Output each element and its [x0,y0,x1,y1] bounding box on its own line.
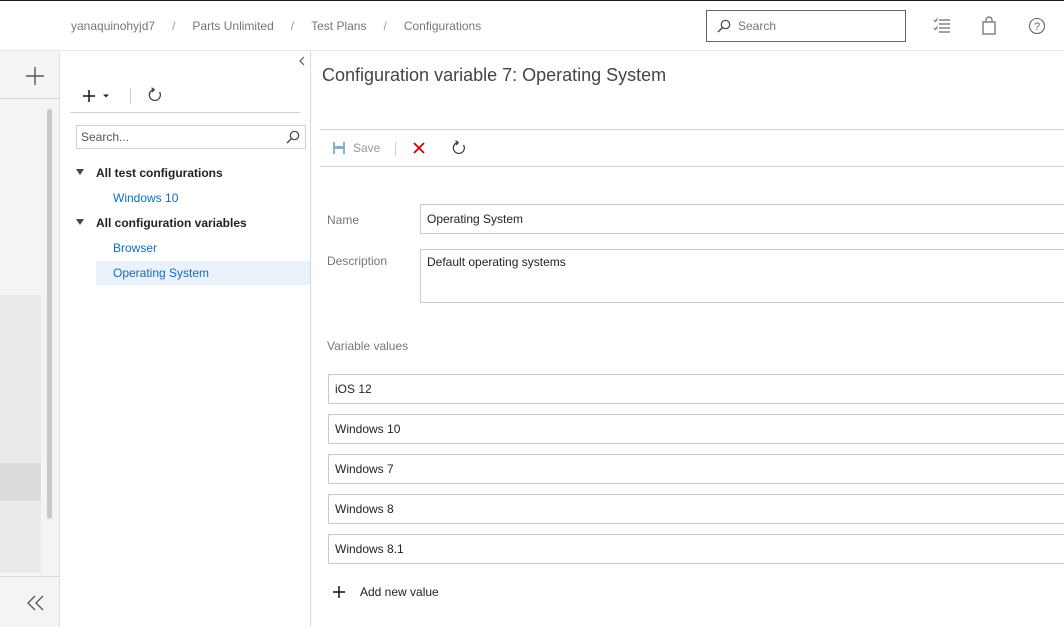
tree-search-box[interactable] [76,125,306,149]
add-new-value-button[interactable]: Add new value [332,585,439,599]
breadcrumb-test-plans[interactable]: Test Plans [311,19,366,33]
breadcrumb-project[interactable]: Parts Unlimited [192,19,273,33]
tree-item-operating-system[interactable]: Operating System [96,261,310,285]
search-icon[interactable] [286,130,300,144]
description-label: Description [327,254,388,268]
breadcrumb: yanaquinohyjd7 / Parts Unlimited / Test … [71,19,481,33]
breadcrumb-organization[interactable]: yanaquinohyjd7 [71,19,155,33]
breadcrumb-configurations[interactable]: Configurations [404,19,481,33]
refresh-icon[interactable] [451,140,467,156]
page-title: Configuration variable 7: Operating Syst… [322,65,667,85]
tree-item-windows-10[interactable]: Windows 10 [96,186,310,210]
rail-divider [0,576,59,577]
global-search-input[interactable] [738,19,888,33]
top-strip [0,0,1064,1]
top-header: yanaquinohyjd7 / Parts Unlimited / Test … [0,0,1064,51]
tree-toolbar [70,81,300,113]
new-item-button[interactable] [82,87,118,105]
save-icon [333,142,345,154]
expanded-caret-icon[interactable] [76,169,84,175]
tree-group-test-configurations[interactable]: All test configurations [76,161,310,185]
plus-icon [83,90,95,102]
chevron-left-icon[interactable] [297,55,307,67]
search-icon [717,19,731,33]
help-icon[interactable]: ? [1027,16,1047,36]
name-field[interactable] [420,204,1064,234]
global-search-box[interactable] [706,10,906,42]
toolbar-separator [130,89,131,103]
save-button[interactable]: Save [332,141,380,155]
variable-value-field[interactable] [328,494,1064,524]
variable-value-field[interactable] [328,414,1064,444]
configurations-tree-panel: All test configurations Windows 10 All c… [60,51,311,627]
description-field[interactable]: Default operating systems [420,249,1064,303]
refresh-icon[interactable] [147,87,163,103]
name-label: Name [327,213,360,227]
rail-divider [0,98,59,99]
double-chevron-left-icon[interactable] [26,594,46,612]
tree-group-configuration-variables[interactable]: All configuration variables [76,211,310,235]
svg-text:?: ? [1034,21,1040,33]
rail-scrollbar[interactable] [47,109,52,519]
variable-value-field[interactable] [328,374,1064,404]
tree-item-label: Operating System [113,266,210,280]
save-label: Save [353,141,381,155]
list-icon[interactable] [932,16,952,36]
tree-item-browser[interactable]: Browser [96,236,310,260]
breadcrumb-separator: / [172,19,176,33]
plus-icon[interactable] [24,65,46,87]
plus-icon [333,586,345,598]
variable-value-field[interactable] [328,454,1064,484]
tree-group-label: All configuration variables [96,216,247,230]
variable-value-field[interactable] [328,534,1064,564]
tree-search-input[interactable] [81,130,281,144]
variable-values-label: Variable values [327,339,409,353]
rail-region-highlight [0,463,41,501]
tree-group-label: All test configurations [96,166,223,180]
breadcrumb-separator: / [290,19,295,33]
tree-item-label: Browser [113,241,158,255]
expanded-caret-icon[interactable] [76,219,84,225]
tree-item-label: Windows 10 [113,191,179,205]
configuration-variable-editor: Configuration variable 7: Operating Syst… [311,51,1064,627]
command-separator [395,142,396,156]
add-new-value-label: Add new value [360,585,439,599]
rail-region [0,295,41,573]
caret-down-icon [103,94,109,98]
breadcrumb-separator: / [383,19,387,33]
delete-icon[interactable] [412,141,426,155]
left-rail [0,51,60,627]
shopping-bag-icon[interactable] [979,16,999,36]
command-bar: Save [320,129,1064,167]
